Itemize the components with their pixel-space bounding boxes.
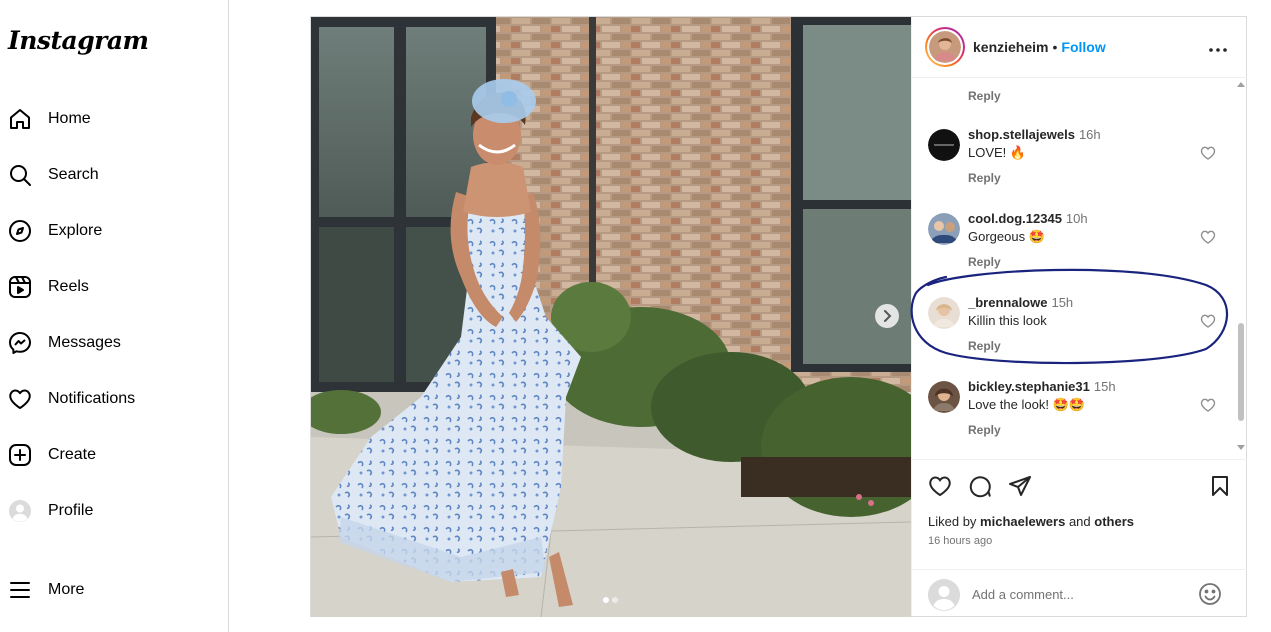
commenter-username[interactable]: bickley.stephanie31 15h <box>968 379 1116 394</box>
likes-summary: Liked by michaelewers and others <box>928 514 1134 529</box>
like-comment-icon[interactable] <box>1200 229 1216 250</box>
comment-text: LOVE! 🔥 <box>968 145 1027 160</box>
reels-icon <box>8 275 32 299</box>
comment-username-text[interactable]: cool.dog.12345 <box>968 211 1062 226</box>
like-icon[interactable] <box>928 474 952 503</box>
post-actions: Liked by michaelewers and others 16 hour… <box>912 459 1247 569</box>
header-separator: • <box>1052 39 1058 55</box>
commenter-avatar[interactable] <box>928 381 960 413</box>
comment-item: cool.dog.12345 10h Gorgeous 🤩 Reply <box>928 211 1228 287</box>
commenter-username[interactable]: cool.dog.12345 10h <box>968 211 1088 226</box>
post-side-panel: kenzieheim • Follow Reply shop.stellajew… <box>911 17 1247 616</box>
comment-username-text[interactable]: shop.stellajewels <box>968 127 1075 142</box>
nav-label-profile: Profile <box>48 502 94 519</box>
post-header: kenzieheim • Follow <box>912 17 1247 78</box>
carousel-next-button[interactable] <box>875 304 899 328</box>
scroll-up-arrow-icon[interactable] <box>1237 82 1245 87</box>
commenter-username[interactable]: _brennalowe 15h <box>968 295 1073 310</box>
likes-and: and <box>1065 514 1095 529</box>
commenter-avatar[interactable] <box>928 129 960 161</box>
bookmark-icon[interactable] <box>1208 474 1232 503</box>
emoji-icon[interactable] <box>1198 582 1222 611</box>
nav-label-notifications: Notifications <box>48 390 136 407</box>
plus-square-icon <box>8 443 32 467</box>
nav-label-explore: Explore <box>48 222 103 239</box>
comment-text: Gorgeous 🤩 <box>968 229 1045 244</box>
scrollbar-thumb[interactable] <box>1238 323 1244 421</box>
follow-button[interactable]: Follow <box>1061 39 1105 55</box>
sidebar: Instagram Home Search Explore Reels Mess… <box>0 0 229 632</box>
messenger-icon <box>8 331 32 355</box>
comment-username-text[interactable]: _brennalowe <box>968 295 1047 310</box>
comment-time: 10h <box>1065 211 1088 226</box>
search-icon <box>8 163 32 187</box>
reply-link[interactable]: Reply <box>968 423 1001 437</box>
likes-prefix: Liked by <box>928 514 981 529</box>
nav-more[interactable]: More <box>8 574 84 606</box>
post-photo[interactable] <box>311 17 911 617</box>
nav-explore[interactable]: Explore <box>8 215 102 247</box>
chevron-right-icon <box>884 310 892 322</box>
carousel-indicator <box>603 597 618 603</box>
like-comment-icon[interactable] <box>1200 313 1216 334</box>
post-photo-illustration <box>311 17 911 617</box>
add-comment-bar <box>912 569 1247 616</box>
comment-time: 15h <box>1051 295 1074 310</box>
comment-username-text[interactable]: bickley.stephanie31 <box>968 379 1090 394</box>
commenter-username[interactable]: shop.stellajewels 16h <box>968 127 1101 142</box>
add-comment-input[interactable] <box>972 583 1182 605</box>
nav-search[interactable]: Search <box>8 159 99 191</box>
carousel-dot <box>603 597 609 603</box>
reply-link[interactable]: Reply <box>968 171 1001 185</box>
nav-label-reels: Reels <box>48 278 89 295</box>
comment-time: 15h <box>1093 379 1116 394</box>
nav-label-messages: Messages <box>48 334 121 351</box>
profile-avatar-icon <box>8 499 32 523</box>
nav-label-more: More <box>48 581 85 598</box>
author-avatar[interactable] <box>925 27 965 67</box>
post-modal: kenzieheim • Follow Reply shop.stellajew… <box>310 16 1247 617</box>
like-comment-icon[interactable] <box>1200 397 1216 418</box>
comment-item: _brennalowe 15h Killin this look Reply <box>928 295 1228 371</box>
author-avatar-image <box>929 31 961 63</box>
hamburger-menu-icon <box>8 578 32 602</box>
commenter-avatar[interactable] <box>928 213 960 245</box>
reply-link[interactable]: Reply <box>968 255 1001 269</box>
nav-notifications[interactable]: Notifications <box>8 383 135 415</box>
reply-link[interactable]: Reply <box>968 89 1001 103</box>
nav-reels[interactable]: Reels <box>8 271 89 303</box>
comment-item: shop.stellajewels 16h LOVE! 🔥 Reply <box>928 127 1228 203</box>
comments-list: Reply shop.stellajewels 16h LOVE! 🔥 Reply… <box>912 79 1247 459</box>
commenter-avatar[interactable] <box>928 297 960 329</box>
post-timestamp[interactable]: 16 hours ago <box>928 535 992 547</box>
comment-item: bickley.stephanie31 15h Love the look! 🤩🤩… <box>928 379 1228 455</box>
comments-scrollbar[interactable] <box>1235 79 1247 459</box>
more-options-icon[interactable] <box>1209 39 1227 57</box>
instagram-logo[interactable]: Instagram <box>8 26 149 55</box>
nav-label-create: Create <box>48 446 97 463</box>
scroll-down-arrow-icon[interactable] <box>1237 445 1245 450</box>
reply-link[interactable]: Reply <box>968 339 1001 353</box>
nav-label-home: Home <box>48 110 91 127</box>
compass-icon <box>8 219 32 243</box>
author-username[interactable]: kenzieheim <box>973 39 1048 55</box>
carousel-dot <box>612 597 618 603</box>
share-icon[interactable] <box>1008 474 1032 503</box>
comment-text: Love the look! 🤩🤩 <box>968 397 1085 412</box>
nav-label-search: Search <box>48 166 99 183</box>
nav-profile[interactable]: Profile <box>8 495 93 527</box>
nav-home[interactable]: Home <box>8 103 91 135</box>
nav-messages[interactable]: Messages <box>8 327 121 359</box>
nav-create[interactable]: Create <box>8 439 96 471</box>
heart-icon <box>8 387 32 411</box>
comment-time: 16h <box>1078 127 1101 142</box>
comment-text: Killin this look <box>968 313 1047 328</box>
comment-icon[interactable] <box>968 474 992 503</box>
liked-by-others-link[interactable]: others <box>1094 514 1134 529</box>
home-icon <box>8 107 32 131</box>
like-comment-icon[interactable] <box>1200 145 1216 166</box>
liked-by-user-link[interactable]: michaelewers <box>980 514 1065 529</box>
current-user-avatar <box>928 579 960 611</box>
